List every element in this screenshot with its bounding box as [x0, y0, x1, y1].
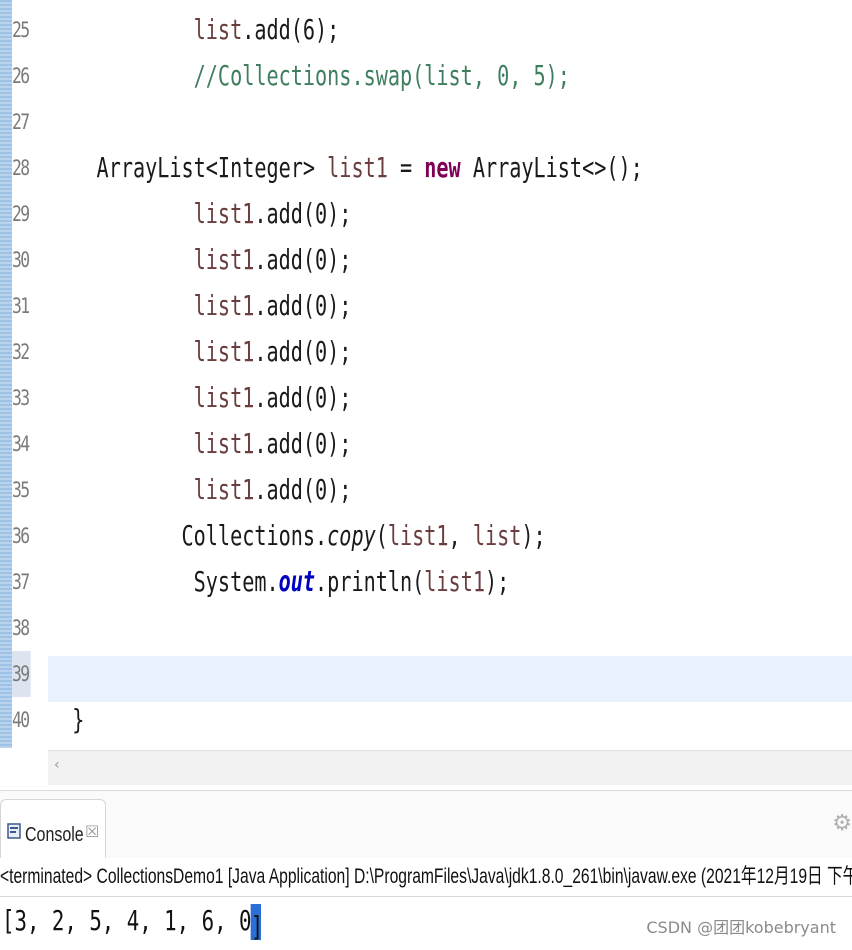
- scroll-left-arrow-icon[interactable]: ‹: [54, 757, 60, 773]
- code-line[interactable]: }: [48, 697, 84, 743]
- code-line[interactable]: list1.add(0);: [48, 421, 352, 467]
- panel-settings-icon[interactable]: ⚙: [832, 811, 852, 836]
- code-token: .add(0);: [254, 197, 352, 230]
- ruler-corner: [0, 750, 48, 784]
- code-token: copy: [327, 519, 376, 552]
- tab-console[interactable]: Console ☒: [0, 799, 106, 860]
- code-line[interactable]: list1.add(0);: [48, 467, 352, 513]
- code-token: .add(0);: [254, 243, 352, 276]
- code-token: .println(: [315, 565, 425, 598]
- code-token: out: [278, 565, 316, 598]
- console-status-text: <terminated> CollectionsDemo1 [Java Appl…: [0, 865, 852, 888]
- console-icon: [7, 823, 21, 839]
- code-line[interactable]: list1.add(0);: [48, 191, 352, 237]
- code-token: list1: [193, 427, 255, 460]
- code-token: Collections.: [181, 519, 328, 552]
- editor-gutter-marker-bar: [0, 0, 12, 748]
- console-tab-label: Console: [25, 824, 84, 846]
- code-token: list1: [193, 243, 255, 276]
- code-token: list: [472, 519, 522, 552]
- line-number: 25: [12, 18, 30, 42]
- code-token: list1: [193, 473, 255, 506]
- console-status-line: <terminated> CollectionsDemo1 [Java Appl…: [0, 858, 852, 897]
- code-token: ArrayList<>();: [460, 151, 643, 184]
- code-token: =: [387, 151, 425, 184]
- editor-horizontal-scrollbar[interactable]: ‹: [48, 750, 852, 785]
- code-line[interactable]: list.add(6);: [48, 7, 340, 53]
- close-icon[interactable]: ☒: [85, 822, 99, 841]
- code-token: .add(0);: [254, 381, 352, 414]
- console-tab-bar: Console ☒ ⚙: [0, 790, 852, 860]
- code-token: System.: [193, 565, 279, 598]
- code-line[interactable]: list1.add(0);: [48, 375, 352, 421]
- console-output-text: [3, 2, 5, 4, 1, 6, 0]: [2, 898, 264, 944]
- code-line[interactable]: list1.add(0);: [48, 237, 352, 283]
- code-token: .add(0);: [254, 335, 352, 368]
- code-token: ,: [448, 519, 473, 552]
- selection-caret: ]: [250, 904, 264, 943]
- code-token: ArrayList<Integer>: [96, 151, 328, 184]
- code-editor[interactable]: 25 26 27 28 29 30 31 32 33 34 35 36 37 38 39 40 list.ad…: [0, 0, 852, 750]
- code-token: .add(0);: [254, 473, 352, 506]
- line-number: 26: [12, 64, 30, 88]
- line-number: 28: [12, 156, 30, 180]
- line-number: 40: [12, 708, 30, 732]
- code-line[interactable]: list1.add(0);: [48, 329, 352, 375]
- output-end-char: ]: [250, 910, 264, 943]
- line-number: 37: [12, 570, 30, 594]
- line-number: 31: [12, 294, 30, 318]
- line-number: 32: [12, 340, 30, 364]
- line-number: 35: [12, 478, 30, 502]
- watermark: CSDN @团团kobebryant: [646, 918, 836, 937]
- code-token: list1: [193, 335, 255, 368]
- line-number: 30: [12, 248, 30, 272]
- code-token: .add(0);: [254, 289, 352, 322]
- code-line[interactable]: System.out.println(list1);: [48, 559, 510, 605]
- output-value: [3, 2, 5, 4, 1, 6, 0: [2, 904, 252, 937]
- code-token: list: [193, 13, 243, 46]
- code-line[interactable]: ArrayList<Integer> list1 = new ArrayList…: [48, 145, 643, 191]
- code-token: .add(6);: [242, 13, 340, 46]
- line-number: 34: [12, 432, 30, 456]
- code-line[interactable]: //Collections.swap(list, 0, 5);: [48, 53, 570, 99]
- line-number: 33: [12, 386, 30, 410]
- code-token: //Collections.swap(list, 0, 5);: [193, 59, 570, 92]
- code-line[interactable]: list1.add(0);: [48, 283, 352, 329]
- code-token: new: [424, 151, 461, 184]
- code-token: .add(0);: [254, 427, 352, 460]
- code-token: }: [72, 703, 85, 736]
- code-token: list1: [193, 289, 255, 322]
- code-token: (: [375, 519, 388, 552]
- line-number: 29: [12, 202, 30, 226]
- code-token: list1: [424, 565, 485, 598]
- line-number: 27: [12, 110, 30, 134]
- line-number: 39: [12, 651, 31, 697]
- code-token: );: [521, 519, 546, 552]
- code-token: );: [484, 565, 510, 598]
- code-token: list1: [193, 381, 255, 414]
- code-token: list1: [387, 519, 449, 552]
- code-token: list1: [327, 151, 388, 184]
- current-line-highlight: [48, 656, 852, 702]
- code-token: list1: [193, 197, 255, 230]
- line-number: 36: [12, 524, 30, 548]
- code-line[interactable]: Collections.copy(list1, list);: [48, 513, 546, 559]
- line-number: 38: [12, 616, 30, 640]
